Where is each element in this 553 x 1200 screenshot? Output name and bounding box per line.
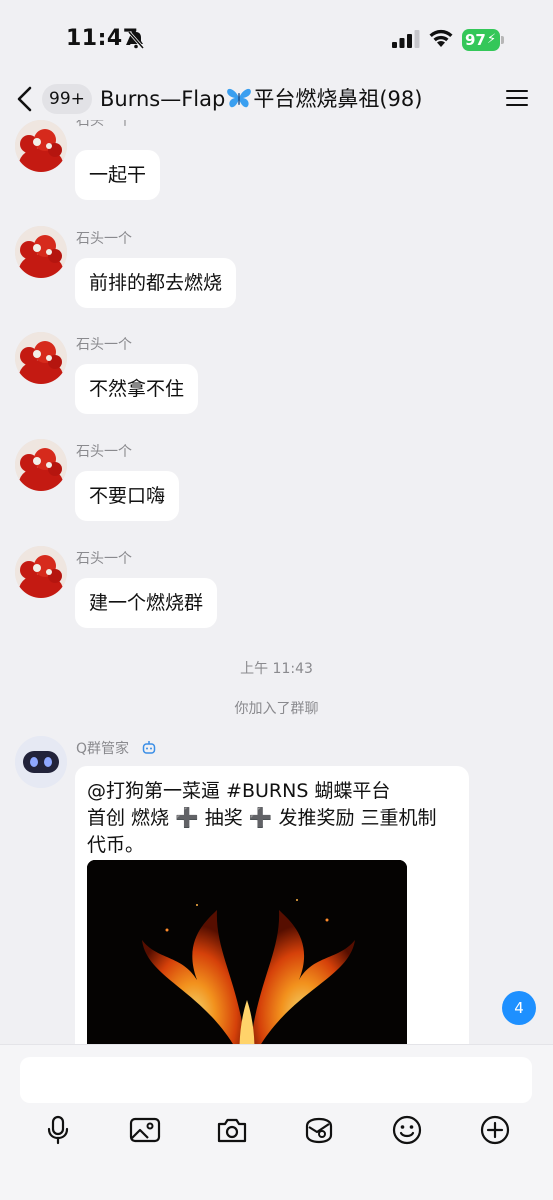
message-bubble[interactable]: 不要口嗨 bbox=[75, 471, 180, 521]
sender-avatar[interactable] bbox=[15, 226, 67, 278]
status-bar: 11:47 97 ⚡ bbox=[0, 0, 553, 78]
charging-bolt-icon: ⚡ bbox=[487, 32, 497, 47]
camera-icon[interactable] bbox=[215, 1113, 249, 1147]
emoji-icon[interactable] bbox=[390, 1113, 424, 1147]
battery-body: 97 ⚡ bbox=[462, 29, 500, 51]
battery-indicator: 97 ⚡ bbox=[462, 29, 504, 51]
message-list[interactable]: 石头一个 一起干 石头一个 前排的都去燃烧 石头一个 不然拿不住 石头一个 不要… bbox=[0, 120, 553, 1044]
chat-header: 99+ Burns—Flap 平台燃烧鼻祖(98) bbox=[0, 78, 553, 120]
sender-name: 石头一个 bbox=[76, 231, 132, 247]
message-bubble[interactable]: 一起干 bbox=[75, 150, 161, 200]
plus-icon[interactable] bbox=[478, 1113, 512, 1147]
back-chevron-icon[interactable] bbox=[14, 86, 36, 112]
message-bubble[interactable]: 建一个燃烧群 bbox=[75, 578, 218, 628]
avatar-image bbox=[15, 120, 67, 172]
chat-title[interactable]: Burns—Flap 平台燃烧鼻祖(98) bbox=[100, 84, 422, 114]
sender-name: 石头一个 bbox=[76, 444, 132, 460]
avatar-image bbox=[15, 226, 67, 278]
message-bubble[interactable]: 不然拿不住 bbox=[75, 364, 199, 414]
avatar-image bbox=[15, 546, 67, 598]
image-icon[interactable] bbox=[128, 1113, 162, 1147]
avatar-image bbox=[15, 332, 67, 384]
wifi-icon bbox=[429, 29, 453, 47]
cellular-signal-icon bbox=[392, 30, 420, 48]
red-packet-icon[interactable] bbox=[302, 1113, 336, 1147]
avatar-image bbox=[15, 439, 67, 491]
system-notice: 你加入了群聊 bbox=[234, 701, 319, 717]
flame-butterfly-image[interactable] bbox=[87, 860, 407, 1044]
chat-title-prefix: Burns—Flap bbox=[100, 87, 226, 111]
chat-title-suffix: 平台燃烧鼻祖(98) bbox=[253, 87, 423, 111]
bot-message-card[interactable]: @打狗第一菜逼 #BURNS 蝴蝶平台 首创 燃烧 ➕ 抽奖 ➕ 发推奖励 三重… bbox=[75, 766, 469, 1044]
sender-name: 石头一个 bbox=[76, 120, 132, 129]
sender-avatar[interactable] bbox=[15, 546, 67, 598]
menu-icon[interactable] bbox=[506, 89, 528, 107]
sender-name: 石头一个 bbox=[76, 551, 132, 567]
butterfly-icon bbox=[227, 88, 252, 108]
sender-avatar[interactable] bbox=[15, 332, 67, 384]
bot-message-text: @打狗第一菜逼 #BURNS 蝴蝶平台 首创 燃烧 ➕ 抽奖 ➕ 发推奖励 三重… bbox=[87, 780, 437, 856]
sender-name: 石头一个 bbox=[76, 337, 132, 353]
unread-count-badge[interactable]: 99+ bbox=[42, 84, 92, 114]
chat-screen: 11:47 97 ⚡ 99+ Burns—Flap 平台燃烧鼻祖(98) 石头一… bbox=[0, 0, 553, 1200]
sender-avatar[interactable] bbox=[15, 439, 67, 491]
bell-off-icon bbox=[127, 31, 145, 49]
sender-avatar[interactable] bbox=[15, 120, 67, 172]
battery-tip bbox=[501, 36, 504, 44]
robot-avatar-icon bbox=[15, 736, 67, 788]
microphone-icon[interactable] bbox=[41, 1113, 75, 1147]
message-bubble[interactable]: 前排的都去燃烧 bbox=[75, 258, 237, 308]
time-separator: 上午 11:43 bbox=[240, 661, 313, 677]
new-messages-badge[interactable]: 4 bbox=[502, 991, 536, 1025]
input-area bbox=[0, 1044, 553, 1200]
battery-level: 97 bbox=[465, 31, 486, 49]
message-input[interactable] bbox=[20, 1057, 532, 1103]
sender-name: Q群管家 bbox=[76, 741, 130, 757]
flame-butterfly-artwork bbox=[87, 860, 407, 1044]
bot-avatar[interactable] bbox=[15, 736, 67, 788]
robot-badge-icon bbox=[142, 741, 156, 754]
